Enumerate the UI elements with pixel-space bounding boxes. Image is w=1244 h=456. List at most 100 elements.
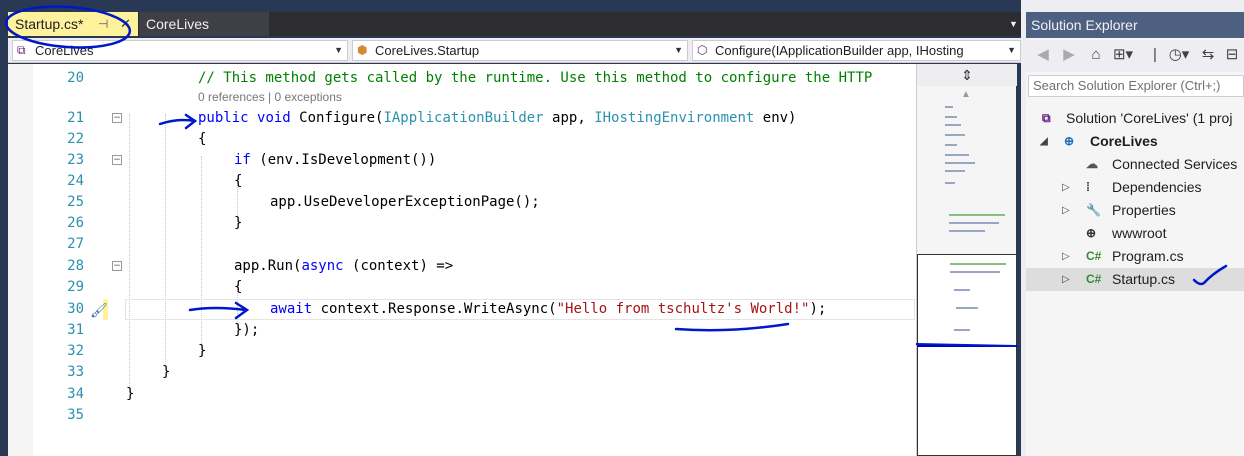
code-text: }: [198, 343, 207, 359]
line-number: 34: [67, 386, 84, 402]
tree-item-properties[interactable]: ▷ 🔧 Properties: [1026, 199, 1244, 222]
map-line: [945, 144, 957, 146]
map-line: [950, 271, 1000, 273]
tree-item-connected-services[interactable]: ☁ Connected Services: [1026, 153, 1244, 176]
wrench-icon: 🔧: [1086, 203, 1101, 217]
code-line: 26}: [8, 213, 916, 234]
chevron-down-icon: ▼: [331, 41, 343, 60]
switch-views-icon[interactable]: ⊞▾: [1112, 44, 1134, 66]
back-icon[interactable]: ◀: [1034, 44, 1052, 66]
collapse-icon[interactable]: −: [112, 261, 122, 271]
solution-icon: ⧉: [1042, 111, 1051, 125]
line-number: 24: [67, 173, 84, 189]
line-number: 29: [67, 279, 84, 295]
line-number: 26: [67, 215, 84, 231]
map-line: [950, 263, 1006, 265]
code-text: app.Run(async (context) =>: [234, 258, 454, 274]
tree-item-label: Program.cs: [1112, 248, 1184, 264]
map-line: [945, 162, 975, 164]
solution-explorer: Solution Explorer ◀ ▶ ⌂ ⊞▾ | ◷▾ ⇆ ⊟ Sear…: [1026, 12, 1244, 456]
collapse-icon[interactable]: −: [112, 113, 122, 123]
tree-item-label: Properties: [1112, 202, 1176, 218]
tree-item-program-cs[interactable]: ▷ C# Program.cs: [1026, 245, 1244, 268]
csharp-file-icon: C#: [1086, 249, 1102, 263]
code-editor[interactable]: 🖌 0 references | 0 exceptions 20// This …: [8, 64, 916, 456]
tree-item-label: Solution 'CoreLives' (1 proj: [1066, 110, 1233, 126]
tab-startup-cs[interactable]: Startup.cs* ⊣ ✕: [8, 12, 138, 36]
code-text: // This method gets called by the runtim…: [198, 70, 873, 86]
code-text: {: [234, 279, 243, 295]
member-dropdown[interactable]: ⬡ Configure(IApplicationBuilder app, IHo…: [692, 40, 1021, 61]
connected-services-icon: ☁: [1086, 157, 1098, 171]
code-line: 25 app.UseDeveloperExceptionPage();: [8, 192, 916, 213]
collapsed-arrow-icon[interactable]: ▷: [1062, 268, 1070, 291]
tab-overflow-dropdown-icon[interactable]: ▼: [1009, 19, 1018, 29]
tree-item-solution[interactable]: ⧉ Solution 'CoreLives' (1 proj: [1026, 107, 1244, 130]
code-line: 28 − app.Run(async (context) =>: [8, 256, 916, 277]
tree-item-project[interactable]: ◢ ⊕ CoreLives: [1026, 130, 1244, 153]
caret-position-marker: [917, 345, 1017, 347]
map-line: [945, 134, 965, 136]
tree-item-label: Startup.cs: [1112, 271, 1176, 287]
tree-item-startup-cs[interactable]: ▷ C# Startup.cs: [1026, 268, 1244, 291]
tree-item-wwwroot[interactable]: ⊕ wwwroot: [1026, 222, 1244, 245]
web-project-icon: ⊕: [1064, 134, 1075, 148]
code-text: }: [162, 364, 171, 380]
project-dropdown[interactable]: ⧉ CoreLives ▼: [12, 40, 348, 61]
tree-item-label: wwwroot: [1112, 225, 1167, 241]
code-line: 21 − public void Configure(IApplicationBui…: [8, 108, 916, 129]
collapsed-arrow-icon[interactable]: ▷: [1062, 176, 1070, 199]
forward-icon[interactable]: ▶: [1060, 44, 1078, 66]
pending-changes-icon[interactable]: ◷▾: [1166, 44, 1192, 66]
code-text: {: [234, 173, 243, 189]
tree-item-dependencies[interactable]: ▷ ⁞ Dependencies: [1026, 176, 1244, 199]
tab-corelives[interactable]: CoreLives: [139, 12, 269, 36]
code-text: {: [198, 131, 207, 147]
scrollbar-map[interactable]: ⇕ ▲: [916, 64, 1017, 456]
close-icon[interactable]: ✕: [120, 12, 131, 36]
expanded-arrow-icon[interactable]: ◢: [1040, 130, 1048, 153]
code-text: await context.Response.WriteAsync("Hello…: [270, 301, 827, 317]
line-number: 23: [67, 152, 84, 168]
class-dropdown[interactable]: ⬢ CoreLives.Startup ▼: [352, 40, 688, 61]
editor-left-edge: [0, 64, 8, 456]
code-line: 20 // This method gets called by the runt…: [8, 68, 916, 89]
project-dropdown-value: CoreLives: [35, 43, 94, 58]
csharp-file-icon: C#: [1086, 272, 1102, 286]
globe-icon: ⊕: [1086, 226, 1097, 240]
line-number: 21: [67, 110, 84, 126]
map-line: [945, 106, 953, 108]
chevron-down-icon: ▼: [671, 41, 683, 60]
collapsed-arrow-icon[interactable]: ▷: [1062, 199, 1070, 222]
pin-icon[interactable]: ⊣: [98, 12, 108, 36]
line-number: 35: [67, 407, 84, 423]
collapse-all-icon[interactable]: ⊟: [1222, 44, 1242, 66]
method-icon: ⬡: [697, 43, 708, 57]
tree-item-label: CoreLives: [1090, 133, 1158, 149]
map-line: [945, 170, 965, 172]
map-line: [949, 230, 985, 232]
code-line: 29 {: [8, 277, 916, 298]
code-line: 32}: [8, 341, 916, 362]
home-icon[interactable]: ⌂: [1086, 44, 1106, 66]
collapsed-arrow-icon[interactable]: ▷: [1062, 245, 1070, 268]
visual-studio-window: Startup.cs* ⊣ ✕ CoreLives ▼ ⧉ CoreLives …: [0, 0, 1244, 456]
tab-label: Startup.cs*: [15, 16, 84, 32]
code-text: public void Configure(IApplicationBuilde…: [198, 110, 797, 126]
sync-icon[interactable]: ⇆: [1198, 44, 1218, 66]
member-dropdown-value: Configure(IApplicationBuilder app, IHost…: [715, 43, 964, 58]
code-text: }: [234, 215, 243, 231]
map-line: [956, 307, 978, 309]
line-number: 30: [67, 301, 84, 317]
solution-explorer-search-input[interactable]: Search Solution Explorer (Ctrl+;): [1028, 75, 1244, 97]
collapse-icon[interactable]: −: [112, 155, 122, 165]
map-line: [954, 329, 970, 331]
split-window-icon[interactable]: ⇕: [917, 64, 1017, 86]
class-dropdown-value: CoreLives.Startup: [375, 43, 480, 58]
code-line: 33}: [8, 362, 916, 383]
code-lens[interactable]: 0 references | 0 exceptions: [198, 90, 342, 104]
scrollbar-viewport[interactable]: [917, 254, 1017, 456]
solution-explorer-toolbar: ◀ ▶ ⌂ ⊞▾ | ◷▾ ⇆ ⊟: [1026, 40, 1244, 72]
tab-label: CoreLives: [146, 16, 210, 32]
scroll-up-arrow-icon[interactable]: ▲: [961, 89, 971, 100]
